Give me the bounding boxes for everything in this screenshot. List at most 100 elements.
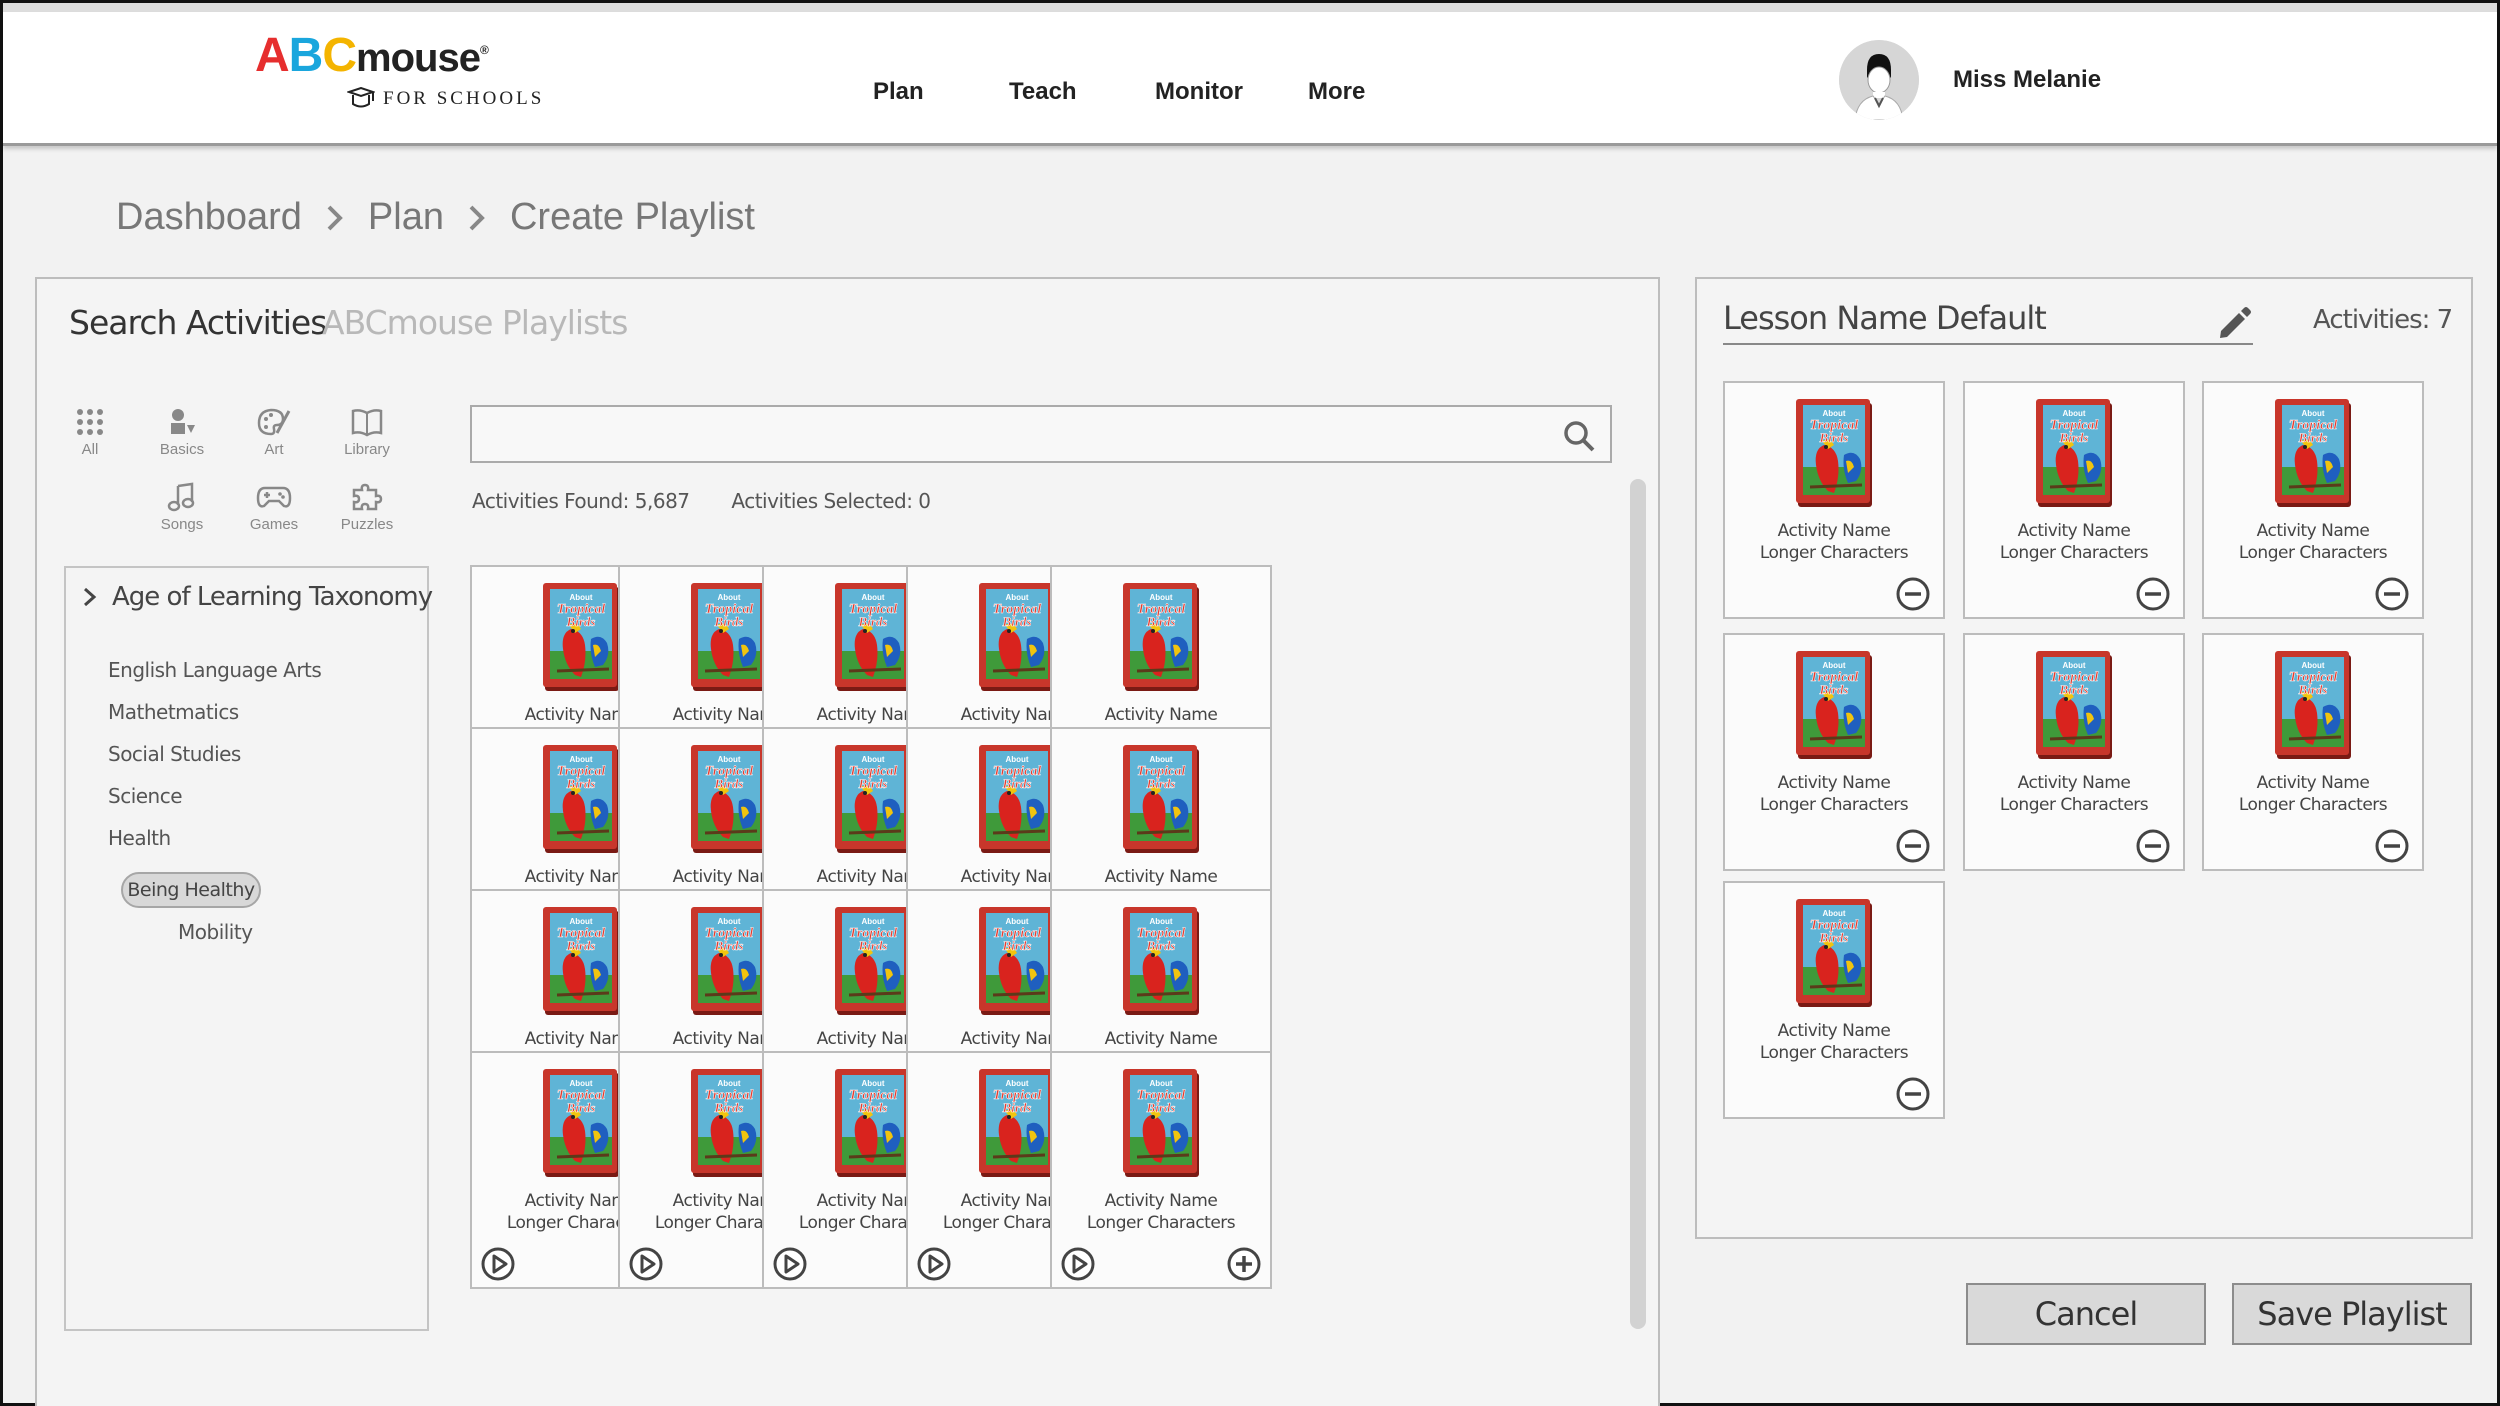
music-note-icon	[167, 482, 195, 512]
nav-plan[interactable]: Plan	[873, 78, 924, 106]
remove-circle-icon[interactable]	[2374, 828, 2410, 864]
add-circle-icon[interactable]	[1226, 1246, 1262, 1282]
nav-monitor[interactable]: Monitor	[1155, 78, 1243, 106]
category-library[interactable]: Library	[327, 407, 407, 458]
svg-text:Birds: Birds	[1002, 614, 1032, 629]
play-circle-icon[interactable]	[916, 1246, 952, 1282]
svg-text:Birds: Birds	[858, 776, 888, 791]
breadcrumb-plan[interactable]: Plan	[368, 196, 444, 239]
remove-circle-icon[interactable]	[2374, 576, 2410, 612]
book-cover-icon: About Tropical Birds	[979, 907, 1055, 1015]
remove-circle-icon[interactable]	[2135, 828, 2171, 864]
category-puzzles[interactable]: Puzzles	[327, 482, 407, 533]
activity-card[interactable]: About Tropical Birds Activity NameLonger…	[1050, 1051, 1272, 1289]
category-label: Games	[249, 516, 299, 533]
category-art[interactable]: Art	[234, 407, 314, 458]
playlist-activity-card[interactable]: About Tropical Birds Activity Name Longer…	[1963, 633, 2185, 871]
nav-teach[interactable]: Teach	[1009, 78, 1077, 106]
taxonomy-item-social-studies[interactable]: Social Studies	[108, 742, 241, 766]
taxonomy-item-being-healthy[interactable]: Being Healthy	[121, 872, 261, 908]
breadcrumb-dashboard[interactable]: Dashboard	[116, 196, 302, 239]
book-cover-icon: About Tropical Birds	[543, 745, 619, 853]
taxonomy-item-health[interactable]: Health	[108, 826, 171, 850]
play-circle-icon[interactable]	[1060, 1246, 1096, 1282]
svg-text:About: About	[1005, 593, 1028, 602]
playlist-panel: Lesson Name Default Activities: 7 About …	[1695, 277, 2473, 1239]
book-cover-icon: About Tropical Birds	[979, 1069, 1055, 1177]
book-cover-icon: About Tropical Birds	[2036, 399, 2112, 507]
nav-more[interactable]: More	[1308, 78, 1365, 106]
book-cover-icon: About Tropical Birds	[2036, 651, 2112, 759]
book-cover-icon: About Tropical Birds	[1796, 399, 1872, 507]
taxonomy-heading[interactable]: Age of Learning Taxonomy	[82, 582, 433, 612]
activity-name: Activity NameLonger Characters	[1999, 773, 2149, 815]
user-menu[interactable]: Miss Melanie	[1839, 40, 2101, 120]
logo-letter-c: C	[322, 29, 357, 82]
book-cover-icon: About Tropical Birds	[1123, 1069, 1199, 1177]
svg-text:About: About	[717, 917, 740, 926]
activity-grid-scrollbar[interactable]	[1630, 479, 1646, 1329]
svg-text:About: About	[861, 917, 884, 926]
svg-text:Birds: Birds	[2059, 682, 2089, 697]
svg-text:Birds: Birds	[2298, 682, 2328, 697]
play-circle-icon[interactable]	[480, 1246, 516, 1282]
cancel-button[interactable]: Cancel	[1966, 1283, 2206, 1345]
taxonomy-item-math[interactable]: Mathetmatics	[108, 700, 239, 724]
search-input[interactable]	[472, 407, 1610, 461]
search-icon[interactable]	[1562, 419, 1596, 453]
save-playlist-button[interactable]: Save Playlist	[2232, 1283, 2472, 1345]
book-cover-icon: About Tropical Birds	[543, 907, 619, 1015]
remove-circle-icon[interactable]	[1895, 828, 1931, 864]
puzzle-icon	[352, 483, 383, 511]
svg-text:Birds: Birds	[1146, 938, 1176, 953]
tab-abcmouse-playlists[interactable]: ABCmouse Playlists	[322, 303, 628, 342]
play-circle-icon[interactable]	[772, 1246, 808, 1282]
activity-name: Activity NameLonger Characters	[1999, 521, 2149, 563]
grid-icon	[77, 409, 103, 435]
remove-circle-icon[interactable]	[1895, 1076, 1931, 1112]
play-circle-icon[interactable]	[628, 1246, 664, 1282]
activity-name: Activity NameLonger Characters	[1759, 1021, 1909, 1063]
search-field	[470, 405, 1612, 463]
playlist-activity-card[interactable]: About Tropical Birds Activity Name Longer…	[1963, 381, 2185, 619]
remove-circle-icon[interactable]	[1895, 576, 1931, 612]
svg-text:Birds: Birds	[1002, 938, 1032, 953]
taxonomy-item-mobility[interactable]: Mobility	[178, 920, 253, 944]
abcmouse-logo[interactable]: ABCmouse® FOR SCHOOLS	[255, 32, 585, 122]
category-label: Art	[264, 441, 284, 458]
playlist-activity-card[interactable]: About Tropical Birds Activity Name Longer…	[2202, 633, 2424, 871]
playlist-activity-card[interactable]: About Tropical Birds Activity Name Longer…	[1723, 381, 1945, 619]
book-cover-icon: About Tropical Birds	[1123, 907, 1199, 1015]
chevron-right-icon	[469, 205, 485, 230]
category-all[interactable]: All	[50, 407, 130, 458]
svg-text:Birds: Birds	[714, 776, 744, 791]
lesson-name-field[interactable]: Lesson Name Default	[1723, 299, 2253, 345]
activity-name: Activity NameLonger Characters	[2238, 773, 2388, 815]
activity-name: Activity NameLonger Characters	[1759, 521, 1909, 563]
tab-search-activities[interactable]: Search Activities	[69, 303, 327, 342]
svg-text:Birds: Birds	[1819, 430, 1849, 445]
pencil-icon[interactable]	[2213, 301, 2253, 341]
category-songs[interactable]: Songs	[142, 482, 222, 533]
book-cover-icon: About Tropical Birds	[543, 583, 619, 691]
category-label: Basics	[159, 441, 205, 458]
svg-text:About: About	[1822, 409, 1845, 418]
taxonomy-heading-label: Age of Learning Taxonomy	[112, 582, 433, 612]
app-header: ABCmouse® FOR SCHOOLS Plan Teach Monitor…	[3, 12, 2497, 146]
playlist-activity-card[interactable]: About Tropical Birds Activity Name Longer…	[1723, 633, 1945, 871]
taxonomy-item-ela[interactable]: English Language Arts	[108, 658, 322, 682]
chevron-right-icon	[327, 205, 343, 230]
category-label: Puzzles	[340, 516, 394, 533]
category-basics[interactable]: Basics	[142, 407, 222, 458]
palette-icon	[257, 408, 291, 436]
taxonomy-item-science[interactable]: Science	[108, 784, 183, 808]
svg-text:Birds: Birds	[566, 776, 596, 791]
svg-text:About: About	[717, 1079, 740, 1088]
playlist-activity-card[interactable]: About Tropical Birds Activity Name Longer…	[1723, 881, 1945, 1119]
remove-circle-icon[interactable]	[2135, 576, 2171, 612]
user-silhouette-icon	[1839, 40, 1919, 120]
playlist-activity-card[interactable]: About Tropical Birds Activity Name Longer…	[2202, 381, 2424, 619]
svg-text:About: About	[569, 593, 592, 602]
svg-text:About: About	[861, 1079, 884, 1088]
category-games[interactable]: Games	[234, 482, 314, 533]
